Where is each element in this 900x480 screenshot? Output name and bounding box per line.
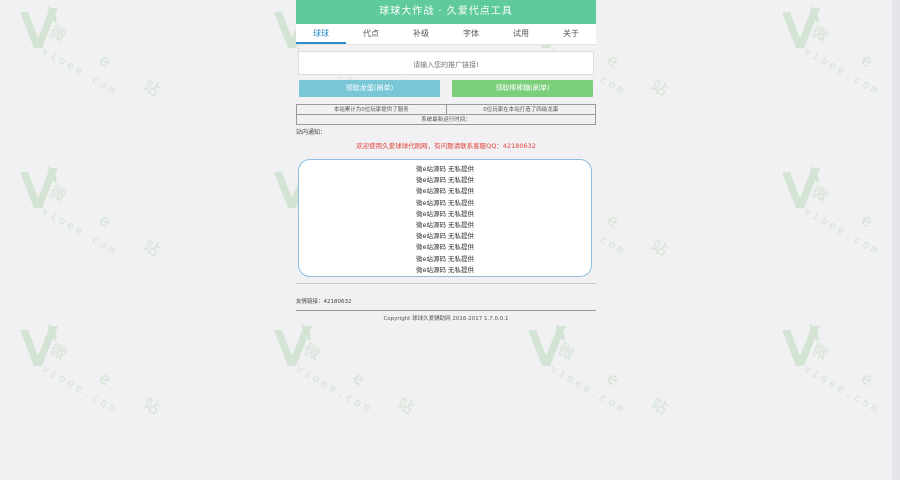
tab-qiuqiu[interactable]: 球球 (296, 24, 346, 44)
watermark-logo-icon (20, 324, 58, 366)
notice-title: 站内通知： (296, 129, 327, 136)
list-item: 微e站源码 无私提供 (415, 265, 475, 274)
watermark-url: vioee.com (39, 44, 122, 99)
list-item: 微e站源码 无私提供 (415, 176, 475, 185)
notice-marquee: 欢迎使用久爱球球代刷网，有问题请联系客服QQ：42180632 (356, 142, 536, 150)
tab-shiyong[interactable]: 试用 (496, 24, 546, 44)
tab-guanyu[interactable]: 关于 (546, 24, 596, 44)
watermark-logo-icon (20, 6, 58, 48)
app-title: 球球大作战 · 久爱代点工具 (296, 0, 596, 24)
watermark-text: 微 e 站 (46, 21, 180, 109)
list-item: 微e站源码 无私提供 (415, 221, 475, 230)
promo-link-field (298, 51, 594, 76)
watermark-logo-icon (782, 6, 820, 48)
friend-links: 友情链接：42180632 (296, 299, 352, 305)
dragon-egg-count-cell: 0位玩家在本站打造了四级龙蛋 (445, 104, 596, 115)
promo-link-input[interactable] (299, 54, 593, 76)
stats-table: 本站累计为0位玩家提供了服务 0位玩家在本站打造了四级龙蛋 系统最新运行时间： (296, 104, 596, 125)
list-item: 微e站源码 无私提供 (415, 243, 475, 252)
list-item: 微e站源码 无私提供 (415, 187, 475, 196)
watermark-text: 微 e 站 (46, 339, 180, 427)
divider (296, 283, 596, 284)
watermark-text: 微 e 站 (808, 181, 900, 268)
claim-lollipop-button[interactable]: 领取棒棒糖(刷单) (452, 80, 593, 97)
tab-buji[interactable]: 补级 (396, 24, 446, 44)
tab-daidian[interactable]: 代点 (346, 24, 396, 44)
watermark-url: vioee.com (801, 44, 884, 99)
footer-copyright: Copyright 球球久爱辅助网 2016-2017 1.7.0.0.1 (383, 316, 509, 322)
watermark-logo-icon (782, 324, 820, 366)
action-buttons: 领取龙蛋(刷单) 领取棒棒糖(刷单) (299, 80, 593, 97)
app-panel: 球球大作战 · 久爱代点工具 球球 代点 补级 字体 试用 关于 领取龙蛋(刷单… (296, 0, 596, 480)
tab-ziti[interactable]: 字体 (446, 24, 496, 44)
scrollbar-track[interactable] (892, 0, 900, 480)
watermark-url: vioee.com (801, 362, 884, 417)
watermark-url: vioee.com (39, 362, 122, 417)
list-item: 微e站源码 无私提供 (415, 165, 475, 173)
watermark-text: 微 e 站 (808, 21, 900, 108)
watermark-text: 微 e 站 (46, 181, 180, 269)
watermark-text: 微 e 站 (808, 339, 900, 426)
divider (296, 310, 596, 311)
list-item: 微e站源码 无私提供 (415, 254, 475, 263)
watermark-logo-icon (782, 166, 820, 208)
watermark-url: vioee.com (39, 204, 122, 259)
service-count-cell: 本站累计为0位玩家提供了服务 (296, 104, 447, 115)
list-item: 微e站源码 无私提供 (415, 198, 475, 207)
list-item: 微e站源码 无私提供 (415, 232, 475, 241)
info-list-box: 微e站源码 无私提供 微e站源码 无私提供 微e站源码 无私提供 微e站源码 无… (298, 159, 592, 277)
watermark-logo-icon (20, 166, 58, 208)
list-item: 微e站源码 无私提供 (415, 209, 475, 218)
watermark-url: vioee.com (801, 204, 884, 259)
last-run-time-cell: 系统最新运行时间： (296, 114, 596, 125)
claim-dragon-egg-button[interactable]: 领取龙蛋(刷单) (299, 80, 440, 97)
tab-bar: 球球 代点 补级 字体 试用 关于 (296, 24, 596, 45)
